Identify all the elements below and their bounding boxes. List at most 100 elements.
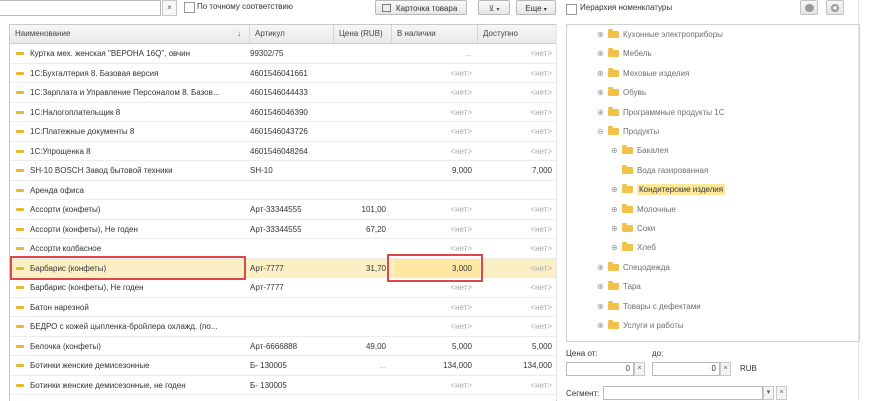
table-row[interactable]: Ботинки женские демисезонные Б- 130005...…: [10, 356, 556, 376]
cell-name: 1С:Упрощенка 8: [30, 146, 91, 156]
item-icon: [16, 52, 24, 55]
panel-divider: [556, 24, 557, 400]
cell-price: [330, 83, 386, 102]
expander-icon[interactable]: ⊕: [611, 180, 619, 199]
segment-dropdown-button[interactable]: ▾: [763, 386, 774, 400]
tree-node[interactable]: ⊕ Соки: [611, 219, 655, 238]
expander-icon[interactable]: ⊖: [597, 122, 605, 141]
column-article-header[interactable]: Артикул: [250, 25, 334, 43]
table-row[interactable]: 1С:Платежные документы 8 4601546043726 <не…: [10, 122, 556, 142]
expander-icon[interactable]: ⊕: [597, 44, 605, 63]
tree-node[interactable]: ⊕ Обувь: [597, 83, 646, 102]
tree-node-label: Программные продукты 1С: [623, 107, 725, 117]
tree-node-label: Соки: [637, 224, 656, 233]
price-to-clear-button[interactable]: ×: [720, 362, 731, 376]
clear-search-button[interactable]: ×: [162, 0, 177, 16]
table-row[interactable]: Куртка мех. женская "ВЕРОНА 16Q", овчин 9…: [10, 44, 556, 64]
expander-icon[interactable]: ⊕: [597, 277, 605, 296]
item-icon: [16, 227, 24, 231]
cell-art: 4601546041661: [250, 68, 308, 78]
folder-icon: [608, 106, 619, 116]
expander-icon[interactable]: ⊕: [611, 219, 619, 238]
column-name-header[interactable]: Наименование ↓: [10, 25, 250, 43]
cell-art: 4601546048264: [250, 146, 308, 156]
folder-icon: [608, 281, 619, 291]
table-row[interactable]: Ассорти (конфеты) Арт-33344555 101,00 <нет>…: [10, 200, 556, 220]
cell-avail: 134,000: [523, 361, 552, 370]
tree-node[interactable]: ⊕ Тара: [597, 277, 641, 296]
cell-price: [330, 239, 386, 258]
search-input[interactable]: [0, 0, 161, 16]
tree-node[interactable]: ⊕ Меховые изделия: [597, 64, 689, 83]
cell-stock: <нет>: [450, 322, 472, 331]
name-highlight-box: [10, 256, 246, 280]
cell-stock: <нет>: [450, 380, 472, 390]
segment-clear-button[interactable]: ×: [776, 386, 787, 400]
filter-button[interactable]: ⊻ ▾: [478, 0, 510, 15]
tree-node[interactable]: ⊕ Кухонные электроприборы: [597, 25, 723, 44]
table-row[interactable]: Ботинки женские демисезонные, не годен Б-…: [10, 376, 556, 395]
exact-match-checkbox[interactable]: [184, 2, 195, 13]
cell-art: Б- 130005: [250, 361, 287, 370]
tree-node[interactable]: ⊕ Молочные: [611, 200, 676, 219]
cell-name: 1С:Бухгалтерия 8. Базовая версия: [30, 68, 159, 78]
more-button[interactable]: Еще ▾: [516, 0, 556, 15]
expander-icon[interactable]: ⊕: [611, 200, 619, 219]
tree-node[interactable]: ⊕ Услуги и работы: [597, 316, 684, 335]
price-to-field[interactable]: 0: [652, 362, 720, 376]
table-row[interactable]: 1С:Зарплата и Управление Персоналом 8. Б…: [10, 83, 556, 103]
table-row[interactable]: Белочка (конфеты) Арт-6666888 49,00 5,000 5,…: [10, 337, 556, 356]
expander-icon[interactable]: ⊕: [611, 141, 619, 160]
tree-node[interactable]: ⊕ Кондитерские изделия: [611, 180, 726, 199]
settings-group-button[interactable]: [800, 0, 818, 15]
table-row[interactable]: БЕДРО с кожей цыпленка-бройлера охлажд. …: [10, 317, 556, 337]
expander-icon[interactable]: ⊕: [597, 64, 605, 83]
price-from-field[interactable]: 0: [566, 362, 634, 376]
table-row[interactable]: SH-10 BOSCH Завод бытовой техники SH-10 9,…: [10, 161, 556, 181]
tree-node[interactable]: ⊕ Программные продукты 1С: [597, 103, 724, 122]
expander-icon[interactable]: ⊕: [597, 297, 605, 316]
table-row[interactable]: 1С:Налогоплательщик 8 4601546046390 <нет> <…: [10, 103, 556, 122]
tree-node-label: Молочные: [637, 204, 676, 214]
tree-node[interactable]: ⊕ Спецодежда: [597, 258, 670, 277]
tree-node[interactable]: ⊕ Бакалея: [611, 141, 668, 160]
cell-avail: <нет>: [530, 68, 552, 78]
expander-icon[interactable]: ⊕: [611, 238, 619, 257]
table-row[interactable]: 1С:Упрощенка 8 4601546048264 <нет> <нет>: [10, 142, 556, 161]
table-row[interactable]: Ассорти (конфеты), Не годен Арт-33344555 6…: [10, 220, 556, 239]
cell-name: Белочка (конфеты): [30, 341, 101, 351]
table-row[interactable]: Батон нарезной <нет> <нет>: [10, 298, 556, 317]
column-stock-header[interactable]: В наличии: [392, 25, 478, 43]
product-card-button[interactable]: Карточка товара: [375, 0, 467, 15]
column-price-header[interactable]: Цена (RUB): [334, 25, 392, 43]
expander-icon[interactable]: ⊕: [597, 103, 605, 122]
tree-node[interactable]: ⊕ Мебель: [597, 44, 652, 63]
cell-stock: 5,000: [451, 341, 472, 351]
tree-node[interactable]: ⊖ Продукты: [597, 122, 659, 141]
cell-price: [330, 103, 386, 122]
hierarchy-checkbox[interactable]: [566, 4, 577, 15]
tree-node[interactable]: ⊕ Хлеб: [611, 238, 656, 257]
sort-arrow-icon: ↓: [237, 29, 241, 38]
settings-button[interactable]: [826, 0, 844, 15]
table-row[interactable]: 1С:Бухгалтерия 8. Базовая версия 46015460…: [10, 64, 556, 83]
tree-node-label: Бакалея: [637, 146, 669, 156]
expander-icon[interactable]: ⊕: [597, 25, 605, 44]
cell-stock: 9,000: [451, 166, 472, 175]
item-icon: [16, 188, 24, 192]
expander-icon[interactable]: ⊕: [597, 316, 605, 335]
expander-icon[interactable]: ⊕: [597, 258, 605, 277]
segment-field[interactable]: [603, 386, 763, 400]
tree-node[interactable]: ⊕ Товары с дефектами: [597, 297, 701, 316]
column-available-header[interactable]: Доступно: [478, 25, 556, 43]
price-from-clear-button[interactable]: ×: [634, 362, 645, 376]
tree-node-label: Товары с дефектами: [623, 301, 701, 311]
tree-node[interactable]: Вода газированная: [611, 161, 708, 180]
table-row[interactable]: Аренда офиса: [10, 181, 556, 200]
cell-price: 67,20: [365, 224, 386, 234]
tree-node-label: Кухонные электроприборы: [623, 30, 723, 39]
expander-icon[interactable]: ⊕: [597, 83, 605, 102]
cell-avail: <нет>: [530, 283, 552, 292]
cell-name: 1С:Платежные документы 8: [30, 127, 135, 136]
cell-stock: <нет>: [450, 127, 472, 136]
